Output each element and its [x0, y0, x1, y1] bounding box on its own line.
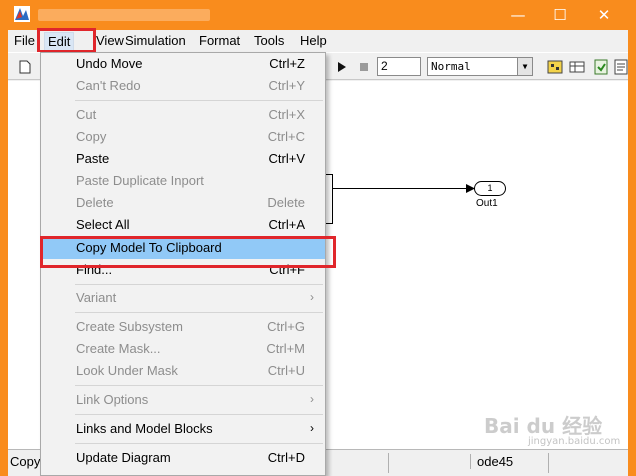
menu-item-delete[interactable]: Delete Delete	[41, 192, 325, 214]
menu-item-cut[interactable]: Cut Ctrl+X	[41, 104, 325, 126]
menu-separator	[75, 385, 323, 386]
menu-simulation[interactable]: Simulation	[125, 33, 186, 48]
menu-separator	[75, 100, 323, 101]
menu-separator	[75, 414, 323, 415]
signal-line[interactable]	[333, 188, 468, 189]
simulink-app-icon[interactable]	[14, 6, 30, 22]
block-edge-right	[332, 174, 333, 224]
chevron-right-icon: ›	[310, 392, 314, 406]
menu-help[interactable]: Help	[300, 33, 327, 48]
title-bar: — ☐ ✕	[0, 0, 636, 30]
menu-item-paste[interactable]: Paste Ctrl+V	[41, 148, 325, 170]
maximize-button[interactable]: ☐	[538, 0, 582, 30]
copy-model-annotation-box	[40, 236, 336, 268]
menu-item-paste-duplicate-inport[interactable]: Paste Duplicate Inport	[41, 170, 325, 192]
menu-tools[interactable]: Tools	[254, 33, 284, 48]
stop-simulation-icon[interactable]	[355, 58, 373, 76]
menu-file[interactable]: File	[14, 33, 35, 48]
properties-icon[interactable]	[612, 58, 630, 76]
menu-item-look-under-mask[interactable]: Look Under Mask Ctrl+U	[41, 360, 325, 382]
close-button[interactable]: ✕	[582, 0, 626, 30]
outport-label[interactable]: Out1	[476, 198, 498, 209]
status-divider	[388, 453, 389, 473]
menu-separator	[75, 284, 323, 285]
menu-item-create-subsystem[interactable]: Create Subsystem Ctrl+G	[41, 316, 325, 338]
menu-item-create-mask[interactable]: Create Mask... Ctrl+M	[41, 338, 325, 360]
menu-item-cant-redo[interactable]: Can't Redo Ctrl+Y	[41, 75, 325, 97]
new-model-icon[interactable]	[16, 58, 34, 76]
baidu-watermark-url: jingyan.baidu.com	[528, 436, 621, 447]
menu-separator	[75, 443, 323, 444]
status-message: Copy	[10, 454, 41, 469]
minimize-button[interactable]: —	[496, 0, 540, 30]
stop-time-input[interactable]: 2	[377, 57, 421, 76]
menu-format[interactable]: Format	[199, 33, 240, 48]
menu-separator	[75, 312, 323, 313]
menu-item-copy[interactable]: Copy Ctrl+C	[41, 126, 325, 148]
menu-item-link-options[interactable]: Link Options ›	[41, 389, 325, 411]
start-simulation-icon[interactable]	[333, 58, 351, 76]
menu-item-select-all[interactable]: Select All Ctrl+A	[41, 214, 325, 236]
menu-item-update-diagram[interactable]: Update Diagram Ctrl+D	[41, 447, 325, 469]
chevron-right-icon: ›	[310, 421, 314, 435]
solver-indicator: ode45	[470, 454, 513, 469]
block-edge-bottom	[326, 223, 333, 224]
baidu-watermark: Bai du 经验	[484, 414, 603, 438]
simulation-mode-value: Normal	[431, 60, 471, 73]
menu-item-variant[interactable]: Variant ›	[41, 287, 325, 309]
menu-item-links-and-model-blocks[interactable]: Links and Model Blocks ›	[41, 418, 325, 440]
chevron-down-icon[interactable]: ▼	[517, 58, 532, 75]
simulation-mode-select[interactable]: Normal ▼	[427, 57, 533, 76]
library-browser-icon[interactable]	[546, 58, 564, 76]
chevron-right-icon: ›	[310, 290, 314, 304]
outport-block[interactable]: 1	[474, 181, 506, 196]
model-explorer-icon[interactable]	[568, 58, 586, 76]
menu-view[interactable]: View	[96, 33, 124, 48]
window-title-redacted	[38, 9, 210, 21]
menu-item-undo-move[interactable]: Undo Move Ctrl+Z	[41, 53, 325, 75]
status-divider	[548, 453, 549, 473]
debug-icon[interactable]	[592, 58, 610, 76]
menu-bar: File Edit View Simulation Format Tools H…	[8, 30, 628, 52]
edit-menu-annotation-box	[37, 28, 96, 53]
